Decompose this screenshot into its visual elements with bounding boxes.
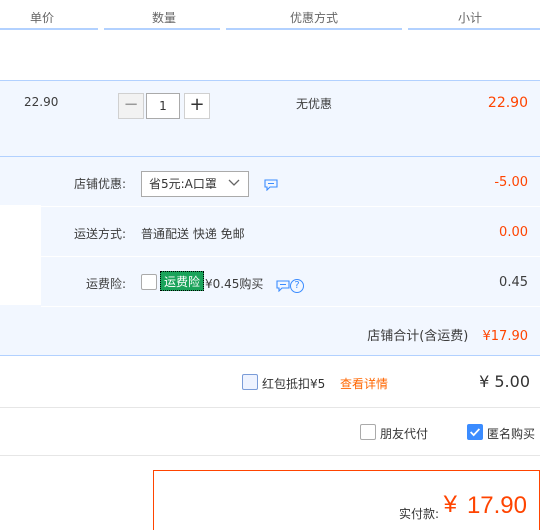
insurance-tag: 运费险 <box>160 271 205 291</box>
shipping-method: 普通配送 快递 免邮 <box>141 227 245 241</box>
chevron-down-icon <box>228 179 240 186</box>
header-promotion: 优惠方式 <box>290 11 339 25</box>
insurance-checkbox[interactable] <box>141 274 157 290</box>
order-options: 朋友代付 匿名购买 <box>0 408 540 456</box>
quantity-decrease-button[interactable]: − <box>118 93 144 119</box>
header-divider <box>104 28 220 30</box>
help-icon[interactable]: ? <box>290 279 304 293</box>
shipping-amount: 0.00 <box>499 225 528 240</box>
shop-total-value: ¥17.90 <box>482 329 529 344</box>
shop-coupon-select[interactable]: 省5元:A口罩 <box>141 171 249 197</box>
red-packet-details-link[interactable]: 查看详情 <box>340 375 388 392</box>
item-unit-price: 22.90 <box>24 95 59 109</box>
shop-total-label: 店铺合计(含运费) <box>367 329 469 344</box>
message-icon[interactable] <box>276 280 290 292</box>
order-confirm-page: 单价 数量 优惠方式 小计 22.90 − 1 + 无优惠 22.90 店铺优惠… <box>0 0 540 530</box>
red-packet-label: 红包抵扣¥5 <box>262 377 326 391</box>
actual-payment-box: 实付款: ¥ 17.90 <box>153 470 540 530</box>
shop-coupon-amount: -5.00 <box>494 175 528 190</box>
shop-left-cell <box>0 205 41 305</box>
message-icon[interactable] <box>264 179 278 191</box>
friend-pay-label: 朋友代付 <box>380 427 429 441</box>
red-packet-row: 红包抵扣¥5 查看详情 ¥ 5.00 <box>0 356 540 408</box>
actual-payment-currency: ¥ <box>443 491 457 518</box>
actual-payment-label: 实付款: <box>398 507 439 521</box>
checkmark-icon <box>470 428 481 437</box>
shop-summary: 店铺优惠: 省5元:A口罩 -5.00 运送方式: 普通配送 快递 免邮 0.0… <box>0 156 540 356</box>
shipping-row: 运送方式: 普通配送 快递 免邮 0.00 <box>41 207 540 257</box>
red-packet-amount: ¥ 5.00 <box>479 372 530 391</box>
shop-coupon-row: 店铺优惠: 省5元:A口罩 -5.00 <box>41 157 540 207</box>
shop-total: 店铺合计(含运费) ¥17.90 <box>367 325 528 344</box>
insurance-price: ¥0.45购买 <box>205 277 264 291</box>
insurance-row: 运费险: 运费险 ¥0.45购买 ? 0.45 <box>41 257 540 307</box>
header-quantity: 数量 <box>152 11 177 25</box>
header-subtotal: 小计 <box>458 11 483 25</box>
anonymous-checkbox[interactable] <box>467 424 483 440</box>
actual-payment-value: 17.90 <box>466 492 527 519</box>
item-promotion: 无优惠 <box>296 97 333 111</box>
quantity-input[interactable]: 1 <box>146 93 180 119</box>
shop-coupon-label: 店铺优惠: <box>73 177 126 191</box>
item-subtotal: 22.90 <box>487 95 528 111</box>
insurance-amount: 0.45 <box>499 275 528 290</box>
friend-pay-checkbox[interactable] <box>360 424 376 440</box>
header-divider <box>0 28 98 30</box>
table-header: 单价 数量 优惠方式 小计 <box>0 0 540 30</box>
shop-coupon-selected: 省5元:A口罩 <box>149 177 217 191</box>
header-divider <box>408 28 540 30</box>
item-row: 22.90 − 1 + 无优惠 22.90 <box>0 80 540 156</box>
anonymous-label: 匿名购买 <box>487 427 536 441</box>
shipping-label: 运送方式: <box>73 227 126 241</box>
header-divider <box>226 28 402 30</box>
insurance-label: 运费险: <box>85 277 126 291</box>
header-unit-price: 单价 <box>30 11 55 25</box>
red-packet-checkbox[interactable] <box>242 374 258 390</box>
quantity-increase-button[interactable]: + <box>184 93 210 119</box>
